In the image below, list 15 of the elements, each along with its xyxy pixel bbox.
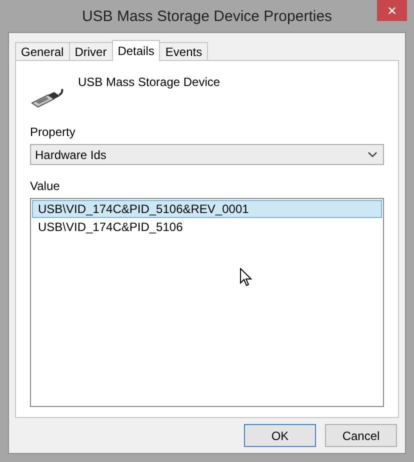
mouse-cursor-icon	[240, 268, 252, 287]
tab[interactable]: Events	[159, 42, 208, 60]
list-item[interactable]: USB\VID_174C&PID_5106	[32, 218, 382, 236]
list-item[interactable]: USB\VID_174C&PID_5106&REV_0001	[32, 200, 382, 218]
close-button[interactable]: ✕	[377, 0, 407, 21]
device-name: USB Mass Storage Device	[78, 75, 220, 89]
field-label: Property	[30, 125, 76, 139]
tab[interactable]: General	[15, 42, 70, 60]
dialog-button[interactable]: OK	[244, 424, 316, 447]
property-dropdown[interactable]: Hardware Ids	[30, 144, 384, 165]
dialog-button[interactable]: Cancel	[325, 424, 397, 447]
field-label: Value	[30, 179, 60, 193]
window-title: USB Mass Storage Device Properties	[82, 8, 332, 24]
chevron-down-icon	[368, 152, 377, 158]
tab[interactable]: Details	[112, 40, 160, 61]
